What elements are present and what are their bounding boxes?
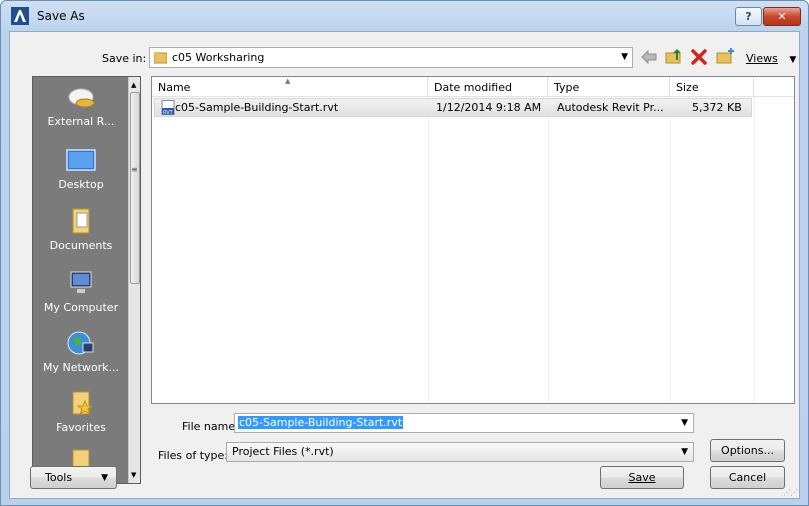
place-label: Favorites bbox=[56, 421, 106, 434]
file-type-cell: Autodesk Revit Pr... bbox=[557, 101, 664, 114]
documents-icon bbox=[72, 208, 90, 234]
place-documents[interactable]: Documents bbox=[33, 207, 129, 252]
scroll-down-icon[interactable]: ▼ bbox=[131, 471, 136, 479]
favorites-folder-icon bbox=[72, 391, 94, 416]
place-external-drive[interactable]: External R... bbox=[33, 85, 129, 128]
column-divider bbox=[548, 97, 549, 403]
title-bar[interactable]: Save As ? ✕ bbox=[1, 1, 808, 31]
place-desktop[interactable]: Desktop bbox=[33, 148, 129, 191]
folder-icon bbox=[154, 52, 167, 64]
chevron-down-icon: ▼ bbox=[681, 447, 688, 457]
save-in-label: Save in: bbox=[102, 52, 147, 65]
place-label: My Network... bbox=[43, 361, 119, 374]
file-type-select[interactable]: Project Files (*.rvt) ▼ bbox=[226, 442, 694, 462]
file-name-label: File name: bbox=[182, 420, 239, 433]
new-folder-icon[interactable] bbox=[716, 48, 734, 66]
svg-text:RVT: RVT bbox=[163, 110, 174, 115]
computer-icon bbox=[70, 271, 92, 293]
cancel-button[interactable]: Cancel bbox=[710, 466, 785, 489]
chevron-down-icon: ▼ bbox=[621, 52, 628, 62]
cancel-button-label: Cancel bbox=[728, 471, 767, 484]
file-type-label: Files of type: bbox=[158, 449, 229, 462]
column-header-type[interactable]: Type bbox=[548, 77, 670, 97]
chevron-down-icon: ▼ bbox=[789, 55, 797, 65]
place-label: External R... bbox=[47, 115, 115, 128]
file-list-header: Name ▲ Date modified Type Size bbox=[152, 77, 794, 97]
file-date-cell: 1/12/2014 9:18 AM bbox=[436, 101, 542, 114]
dialog-body: Save in: c05 Worksharing ▼ Views ▼ Exter… bbox=[9, 31, 800, 499]
resize-grip-icon[interactable]: ⋰⋰ bbox=[783, 488, 798, 497]
cloud-drive-icon bbox=[68, 88, 95, 108]
desktop-icon bbox=[66, 149, 96, 171]
table-row[interactable]: RVT c05-Sample-Building-Start.rvt 1/12/2… bbox=[154, 98, 752, 117]
file-list[interactable]: Name ▲ Date modified Type Size RVT c05-S… bbox=[151, 76, 795, 404]
scroll-up-icon[interactable]: ▲ bbox=[131, 81, 136, 89]
save-in-value: c05 Worksharing bbox=[172, 51, 265, 64]
places-scrollbar[interactable]: ▲ ≡ ▼ bbox=[128, 77, 140, 483]
chevron-down-icon: ▼ bbox=[101, 472, 108, 483]
window-title: Save As bbox=[37, 9, 85, 23]
save-button[interactable]: Save bbox=[600, 466, 684, 489]
close-icon: ✕ bbox=[777, 10, 787, 23]
column-divider bbox=[754, 97, 755, 403]
column-header-size[interactable]: Size bbox=[670, 77, 754, 97]
revit-file-icon: RVT bbox=[161, 100, 175, 115]
chevron-down-icon[interactable]: ▼ bbox=[681, 418, 688, 428]
help-button[interactable]: ? bbox=[735, 7, 762, 26]
revit-app-icon bbox=[11, 7, 29, 25]
file-name-value: c05-Sample-Building-Start.rvt bbox=[238, 416, 404, 429]
help-icon: ? bbox=[745, 10, 752, 23]
places-bar: External R... Desktop Documents My Compu… bbox=[32, 76, 141, 484]
close-button[interactable]: ✕ bbox=[763, 7, 801, 26]
views-menu-button[interactable]: Views ▼ bbox=[746, 52, 796, 65]
column-header-date-modified[interactable]: Date modified bbox=[428, 77, 548, 97]
column-divider bbox=[428, 97, 429, 403]
sort-ascending-icon: ▲ bbox=[285, 77, 291, 85]
save-in-dropdown[interactable]: c05 Worksharing ▼ bbox=[149, 47, 633, 68]
file-name-cell: c05-Sample-Building-Start.rvt bbox=[175, 101, 339, 114]
save-button-label: Save bbox=[628, 471, 656, 484]
save-as-dialog: Save As ? ✕ Save in: c05 Worksharing ▼ V… bbox=[0, 0, 809, 506]
place-my-computer[interactable]: My Computer bbox=[33, 269, 129, 314]
views-label: Views bbox=[746, 52, 778, 65]
file-size-cell: 5,372 KB bbox=[692, 101, 742, 114]
tools-menu-button[interactable]: Tools ▼ bbox=[30, 466, 117, 489]
options-button[interactable]: Options... bbox=[710, 439, 785, 462]
place-label: My Computer bbox=[43, 301, 119, 314]
place-my-network[interactable]: My Network... bbox=[33, 329, 129, 374]
file-type-value: Project Files (*.rvt) bbox=[232, 445, 334, 458]
options-button-label: Options... bbox=[721, 444, 774, 457]
delete-icon[interactable] bbox=[690, 48, 708, 66]
column-header-name[interactable]: Name ▲ bbox=[152, 77, 428, 97]
column-divider bbox=[670, 97, 671, 403]
scrollbar-grip-icon: ≡ bbox=[131, 165, 138, 174]
up-folder-icon[interactable] bbox=[665, 48, 683, 66]
place-favorites[interactable]: Favorites bbox=[33, 389, 129, 434]
place-label: Documents bbox=[49, 239, 113, 252]
file-name-input[interactable]: c05-Sample-Building-Start.rvt ▼ bbox=[234, 413, 694, 433]
network-icon bbox=[67, 331, 94, 355]
place-label: Desktop bbox=[58, 178, 104, 191]
tools-button-label: Tools bbox=[45, 471, 73, 484]
back-arrow-icon[interactable] bbox=[640, 48, 658, 66]
scrollbar-thumb[interactable] bbox=[130, 92, 140, 284]
